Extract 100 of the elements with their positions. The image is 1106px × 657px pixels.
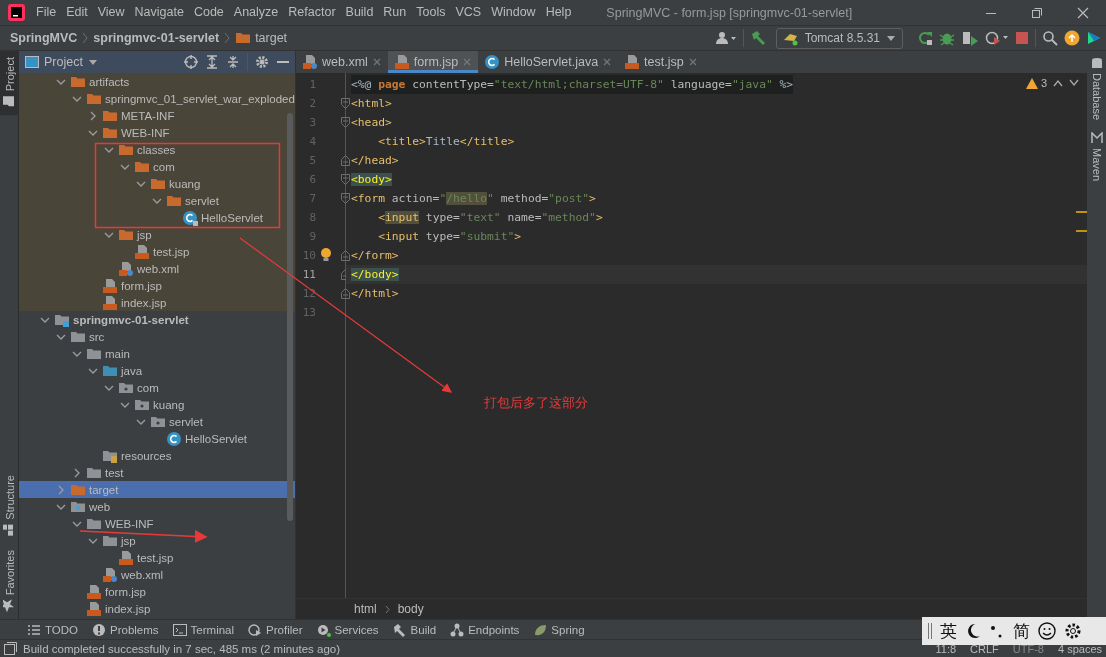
tree-item[interactable]: artifacts <box>19 73 295 90</box>
editor-tab[interactable]: test.jsp <box>618 51 704 73</box>
tool-window-button[interactable]: Terminal <box>172 622 235 637</box>
file-encoding[interactable]: UTF-8 <box>1008 642 1048 655</box>
input-mode[interactable]: 简 <box>1013 619 1030 643</box>
tree-item[interactable]: WEB-INF <box>19 124 295 141</box>
fold-icon[interactable] <box>341 288 350 299</box>
tree-item[interactable]: test.jsp <box>19 243 295 260</box>
restore-icon[interactable] <box>1031 6 1043 19</box>
warning-count[interactable]: 3 <box>1025 77 1047 89</box>
menu-item[interactable]: Code <box>188 0 229 25</box>
tree-item[interactable]: WEB-INF <box>19 515 295 532</box>
input-language[interactable]: 英 <box>940 619 957 643</box>
tree-item[interactable]: springmvc-01-servlet <box>19 311 295 328</box>
hammer-icon[interactable] <box>749 30 766 46</box>
tree-item[interactable]: web <box>19 498 295 515</box>
close-icon[interactable] <box>602 57 613 67</box>
line-separator[interactable]: CRLF <box>966 642 1003 655</box>
breadcrumb-item[interactable]: body <box>397 602 424 616</box>
menu-item[interactable]: Analyze <box>228 0 284 25</box>
menu-item[interactable]: Edit <box>61 0 93 25</box>
tree-item[interactable]: java <box>19 362 295 379</box>
tool-window-button[interactable]: Services <box>316 622 379 637</box>
menu-item[interactable]: View <box>92 0 130 25</box>
grip-icon[interactable] <box>928 623 932 639</box>
close-icon[interactable] <box>1077 6 1089 19</box>
menu-item[interactable]: Build <box>340 0 379 25</box>
tree-item[interactable]: test <box>19 464 295 481</box>
settings-icon[interactable] <box>1064 622 1082 640</box>
menu-item[interactable]: Run <box>378 0 412 25</box>
coverage-icon[interactable] <box>961 30 979 46</box>
breadcrumb-item[interactable]: springmvc-01-servlet <box>93 31 220 45</box>
breadcrumb-item[interactable]: SpringMVC <box>10 31 78 45</box>
fold-icon[interactable] <box>341 174 350 185</box>
tree-item[interactable]: form.jsp <box>19 277 295 294</box>
locate-icon[interactable] <box>184 55 198 69</box>
tool-window-button[interactable]: TODO <box>27 622 78 637</box>
collapse-all-icon[interactable] <box>226 55 240 69</box>
scrollbar[interactable] <box>287 113 293 521</box>
tree-item[interactable]: com <box>19 379 295 396</box>
tool-window-button[interactable]: Endpoints <box>450 622 520 637</box>
rerun-icon[interactable] <box>917 30 933 46</box>
tree-item[interactable]: jsp <box>19 226 295 243</box>
tool-window-tab[interactable]: Favorites <box>0 543 19 619</box>
warning-marker[interactable] <box>1076 211 1087 213</box>
tree-item[interactable]: jsp <box>19 532 295 549</box>
editor-tab[interactable]: HelloServlet.java <box>478 51 619 73</box>
editor-tab[interactable]: form.jsp <box>387 51 479 73</box>
fold-icon[interactable] <box>341 155 350 166</box>
panel-title[interactable]: Project <box>44 55 83 69</box>
indent-setting[interactable]: 4 spaces <box>1053 642 1106 655</box>
tree-item[interactable]: servlet <box>19 192 295 209</box>
stop-icon[interactable] <box>1015 30 1029 46</box>
tree-item[interactable]: main <box>19 345 295 362</box>
tree-item[interactable]: web.xml <box>19 566 295 583</box>
menu-item[interactable]: Help <box>540 0 577 25</box>
moon-icon[interactable] <box>965 622 981 640</box>
smiley-icon[interactable] <box>1038 622 1056 640</box>
fold-icon[interactable] <box>341 250 350 261</box>
tree-item[interactable]: src <box>19 328 295 345</box>
fold-icon[interactable] <box>341 193 350 204</box>
menu-item[interactable]: VCS <box>450 0 487 25</box>
breadcrumb-item[interactable]: target <box>235 30 288 46</box>
close-icon[interactable] <box>371 57 382 67</box>
chevron-up-icon[interactable] <box>1053 79 1063 87</box>
tool-window-tab[interactable]: Maven <box>1087 126 1106 188</box>
tool-window-button[interactable]: Build <box>392 622 437 637</box>
run-configuration-dropdown[interactable]: Tomcat 8.5.31 <box>775 27 903 49</box>
tree-item[interactable]: kuang <box>19 396 295 413</box>
expand-all-icon[interactable] <box>205 55 219 69</box>
fold-icon[interactable] <box>341 98 350 109</box>
tree-item[interactable]: web.xml <box>19 260 295 277</box>
editor-tab[interactable]: web.xml <box>296 51 388 73</box>
caret-down-icon[interactable] <box>87 58 98 66</box>
tree-item[interactable]: resources <box>19 447 295 464</box>
tree-item[interactable]: kuang <box>19 175 295 192</box>
tree-item[interactable]: META-INF <box>19 107 295 124</box>
tree-item[interactable]: com <box>19 158 295 175</box>
tool-window-button[interactable]: Spring <box>533 622 585 637</box>
tree-item[interactable]: HelloServlet <box>19 430 295 447</box>
tree-item[interactable]: test.jsp <box>19 549 295 566</box>
menu-item[interactable]: Window <box>486 0 541 25</box>
search-icon[interactable] <box>1042 30 1058 46</box>
warning-marker[interactable] <box>1076 230 1087 232</box>
user-icon[interactable] <box>714 30 737 46</box>
profiler-icon[interactable] <box>985 30 1009 46</box>
tool-window-button[interactable]: Profiler <box>248 622 303 637</box>
tool-window-tab[interactable]: Structure <box>0 469 19 544</box>
breadcrumb-item[interactable]: html <box>354 602 377 616</box>
tool-window-tab[interactable]: Database <box>1087 51 1106 127</box>
tree-item[interactable]: springmvc_01_servlet_war_exploded <box>19 90 295 107</box>
lightbulb-icon[interactable] <box>320 247 332 263</box>
menu-item[interactable]: Navigate <box>129 0 189 25</box>
menu-item[interactable]: Refactor <box>283 0 341 25</box>
tree-item[interactable]: HelloServlet <box>19 209 295 226</box>
caret-position[interactable]: 11:8 <box>931 642 961 655</box>
tree-item[interactable]: servlet <box>19 413 295 430</box>
tree-item[interactable]: index.jsp <box>19 294 295 311</box>
tree-item[interactable]: form.jsp <box>19 583 295 600</box>
close-icon[interactable] <box>687 57 698 67</box>
